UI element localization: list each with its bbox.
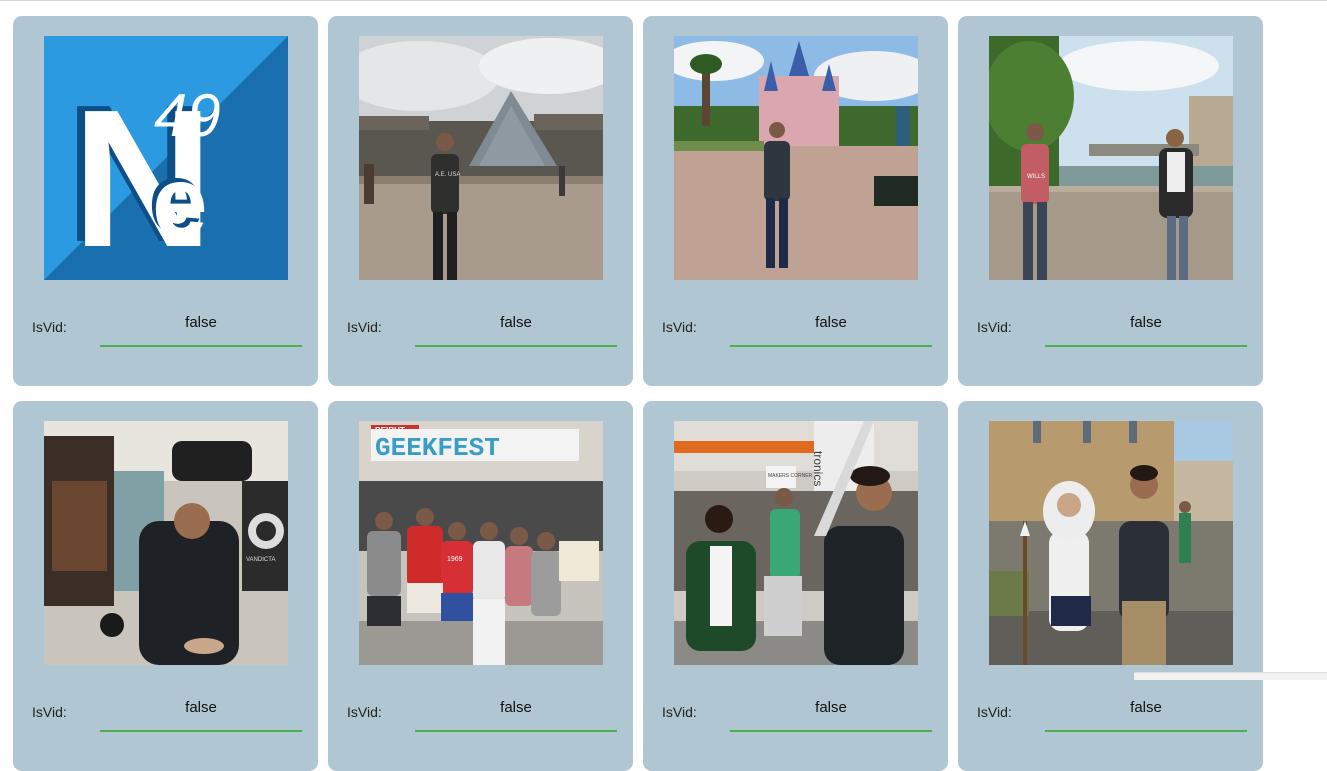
isvid-input[interactable] (1045, 694, 1247, 730)
shirt-text: 1969 (447, 556, 463, 563)
isvid-label: IsVid: (662, 704, 697, 720)
card-image-geekfest[interactable]: BEIRUT GEEKFEST 1969 (359, 421, 603, 665)
image-card: A.E. USA IsVid: (328, 16, 633, 386)
isvid-label: IsVid: (662, 319, 697, 335)
card-image-cosplay-sword[interactable]: tronics MAKERS CORNER (674, 421, 918, 665)
isvid-label: IsVid: (977, 704, 1012, 720)
image-card: IsVid: (958, 401, 1263, 771)
isvid-label: IsVid: (32, 704, 67, 720)
shirt-text: A.E. USA (435, 172, 460, 178)
isvid-label: IsVid: (32, 319, 67, 335)
isvid-field (1045, 694, 1247, 732)
card-image-paris-river[interactable]: WILLS (989, 36, 1233, 280)
image-card: N N e e 49 IsVid: (13, 16, 318, 386)
card-image-vr[interactable]: VANDICTA (44, 421, 288, 665)
store-sign-text: tronics (811, 451, 825, 486)
isvid-label: IsVid: (977, 319, 1012, 335)
horizontal-scrollbar[interactable] (1134, 672, 1327, 680)
isvid-input[interactable] (1045, 309, 1247, 345)
card-image-castle[interactable] (674, 36, 918, 280)
isvid-input[interactable] (730, 309, 932, 345)
image-card: IsVid: (643, 16, 948, 386)
isvid-field (415, 694, 617, 732)
isvid-label: IsVid: (347, 319, 382, 335)
isvid-field (415, 309, 617, 347)
isvid-field (1045, 309, 1247, 347)
makers-sign-text: MAKERS CORNER (768, 473, 813, 479)
isvid-field (100, 694, 302, 732)
card-image-cosplay-feathers[interactable] (989, 421, 1233, 665)
isvid-field (730, 309, 932, 347)
isvid-label: IsVid: (347, 704, 382, 720)
shirt-text: WILLS (1027, 174, 1045, 180)
image-card: tronics MAKERS CORNER IsVid: (643, 401, 948, 771)
isvid-input[interactable] (100, 694, 302, 730)
isvid-field (730, 694, 932, 732)
isvid-input[interactable] (415, 694, 617, 730)
sign-text: GEEKFEST (375, 433, 500, 463)
isvid-input[interactable] (730, 694, 932, 730)
banner-text: VANDICTA (246, 557, 275, 563)
card-image-ne49-logo[interactable]: N N e e 49 (44, 36, 288, 280)
isvid-input[interactable] (100, 309, 302, 345)
isvid-input[interactable] (415, 309, 617, 345)
image-card: WILLS IsVid: (958, 16, 1263, 386)
logo-number: 49 (154, 82, 221, 149)
isvid-field (100, 309, 302, 347)
image-card: VANDICTA IsVid: (13, 401, 318, 771)
image-card: BEIRUT GEEKFEST 1969 (328, 401, 633, 771)
logo-e-letter: e (152, 146, 208, 258)
card-image-louvre[interactable]: A.E. USA (359, 36, 603, 280)
